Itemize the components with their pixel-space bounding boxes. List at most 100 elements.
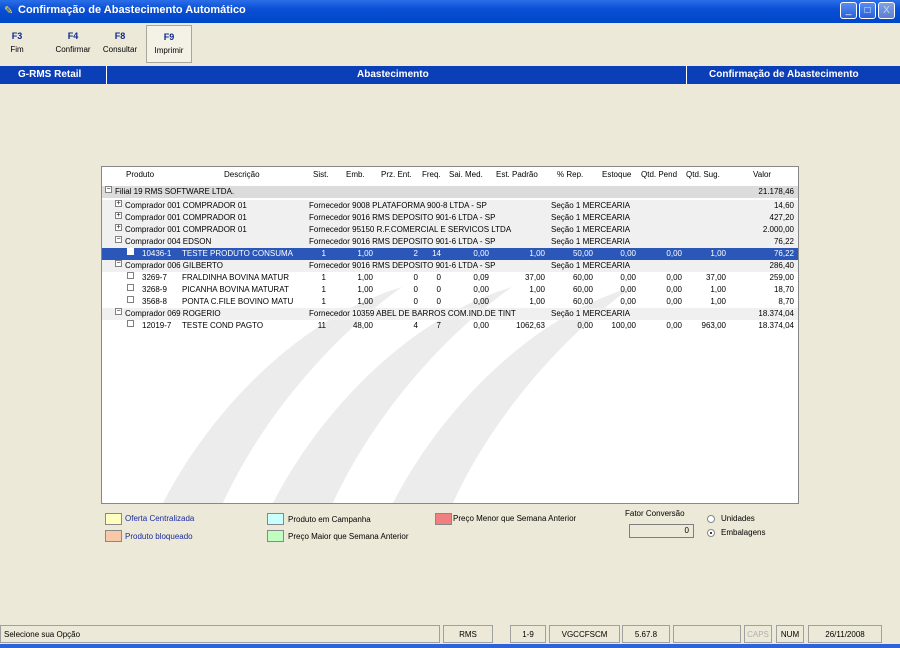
col-estoque[interactable]: Estoque	[602, 170, 631, 179]
fim-button[interactable]: F3 Fim	[2, 25, 32, 63]
fim-key: F3	[11, 31, 23, 41]
collapse-icon[interactable]: −	[115, 236, 122, 243]
embalagens-radio[interactable]	[707, 529, 715, 537]
checkbox[interactable]	[127, 272, 134, 279]
col-qtd-pend[interactable]: Qtd. Pend	[641, 170, 677, 179]
expand-icon[interactable]: +	[115, 200, 122, 207]
comprador-row[interactable]: − Comprador 069 ROGERIO Fornecedor 10359 A…	[102, 308, 798, 320]
cell-estoque: 0,00	[620, 249, 636, 258]
col-rep[interactable]: % Rep.	[557, 170, 583, 179]
status-date: 26/11/2008	[808, 625, 882, 643]
comprador-row[interactable]: + Comprador 001 COMPRADOR 01 Fornecedor 95…	[102, 224, 798, 236]
minimize-button[interactable]: _	[840, 2, 857, 19]
comprador-label: Comprador 001 COMPRADOR 01	[125, 213, 247, 222]
row-valor: 18.374,04	[758, 309, 794, 318]
cell-sai-med: 0,09	[473, 273, 489, 282]
cell-rep: 60,00	[572, 297, 593, 306]
fornecedor-label: Fornecedor 9008 PLATAFORMA 900-8 LTDA - …	[309, 201, 487, 210]
cell-qtd-sug: 963,00	[701, 321, 726, 330]
expand-icon[interactable]: +	[115, 224, 122, 231]
close-button[interactable]: X	[878, 2, 895, 19]
fornecedor-label: Fornecedor 95150 R.F.COMERCIAL E SERVICO…	[309, 225, 512, 234]
consultar-button[interactable]: F8 Consultar	[97, 25, 143, 63]
fator-input[interactable]: 0	[629, 524, 694, 538]
checkbox[interactable]	[127, 296, 134, 303]
unidades-label: Unidades	[721, 514, 755, 523]
status-range: 1-9	[510, 625, 546, 643]
cell-freq: 7	[436, 321, 441, 330]
cell-sist: 11	[317, 321, 326, 330]
produto-code: 3269-7	[142, 273, 167, 282]
checkbox[interactable]	[127, 284, 134, 291]
item-row[interactable]: 3568-8 PONTA C.FILE BOVINO MATU 1 1,00 0 0 0,0…	[102, 296, 798, 308]
cell-qtd-pend: 0,00	[666, 273, 682, 282]
cell-est-padrao: 37,00	[524, 273, 545, 282]
secao-label: Seção 1 MERCEARIA	[551, 225, 631, 234]
cell-rep: 50,00	[572, 249, 593, 258]
collapse-icon[interactable]: −	[115, 308, 122, 315]
item-row[interactable]: 10436-1 TESTE PRODUTO CONSUMA 1 1,00 2 14 0,00…	[102, 248, 798, 260]
cell-sai-med: 0,00	[473, 321, 489, 330]
comprador-label: Comprador 004 EDSON	[125, 237, 212, 246]
comprador-row[interactable]: − Comprador 006 GILBERTO Fornecedor 9016 R…	[102, 260, 798, 272]
col-freq[interactable]: Freq.	[422, 170, 441, 179]
expand-icon[interactable]: +	[115, 212, 122, 219]
unidades-radio[interactable]	[707, 515, 715, 523]
secao-label: Seção 1 MERCEARIA	[551, 201, 631, 210]
produto-descricao: TESTE COND PAGTO	[182, 321, 264, 330]
comprador-row[interactable]: + Comprador 001 COMPRADOR 01 Fornecedor 90…	[102, 200, 798, 212]
cell-emb: 1,00	[357, 285, 373, 294]
cell-estoque: 0,00	[620, 297, 636, 306]
embalagens-label: Embalagens	[721, 528, 766, 537]
consultar-key: F8	[114, 31, 126, 41]
col-valor[interactable]: Valor	[753, 170, 771, 179]
oferta-label: Oferta Centralizada	[125, 514, 195, 523]
col-descricao[interactable]: Descrição	[224, 170, 260, 179]
supply-grid[interactable]: Produto Descrição Sist. Emb. Prz. Ent. F…	[101, 166, 799, 504]
produto-descricao: PONTA C.FILE BOVINO MATU	[182, 297, 294, 306]
item-row[interactable]: 3268-9 PICANHA BOVINA MATURAT 1 1,00 0 0 0,00 1…	[102, 284, 798, 296]
col-emb[interactable]: Emb.	[346, 170, 365, 179]
comprador-label: Comprador 001 COMPRADOR 01	[125, 225, 247, 234]
cell-emb: 48,00	[352, 321, 373, 330]
col-qtd-sug[interactable]: Qtd. Sug.	[686, 170, 720, 179]
secao-label: Seção 1 MERCEARIA	[551, 237, 631, 246]
menor-label: Preço Menor que Semana Anterior	[453, 514, 577, 523]
comprador-row[interactable]: − Comprador 004 EDSON Fornecedor 9016 RMS …	[102, 236, 798, 248]
produto-code: 10436-1	[142, 249, 172, 258]
secao-label: Seção 1 MERCEARIA	[551, 213, 631, 222]
checkbox[interactable]	[127, 248, 134, 255]
filial-row[interactable]: − Filial 19 RMS SOFTWARE LTDA. 21.178,46	[102, 186, 798, 198]
status-caps: CAPS	[744, 625, 772, 643]
cell-est-padrao: 1,00	[529, 285, 545, 294]
secao-label: Seção 1 MERCEARIA	[551, 309, 631, 318]
maior-label: Preço Maior que Semana Anterior	[288, 532, 409, 541]
collapse-icon[interactable]: −	[115, 260, 122, 267]
col-produto[interactable]: Produto	[126, 170, 154, 179]
imprimir-label: Imprimir	[154, 46, 184, 55]
screen-name: Confirmação de Abastecimento	[709, 69, 859, 80]
col-prz-ent[interactable]: Prz. Ent.	[381, 170, 412, 179]
produto-descricao: FRALDINHA BOVINA MATUR	[182, 273, 289, 282]
col-sai-med[interactable]: Sai. Med.	[449, 170, 483, 179]
col-sist[interactable]: Sist.	[313, 170, 329, 179]
cell-est-padrao: 1,00	[529, 249, 545, 258]
produto-code: 12019-7	[142, 321, 172, 330]
maximize-button[interactable]: □	[859, 2, 876, 19]
cell-prz-ent: 0	[413, 273, 418, 282]
item-row[interactable]: 3269-7 FRALDINHA BOVINA MATUR 1 1,00 0 0 0,09 3…	[102, 272, 798, 284]
confirmar-key: F4	[67, 31, 79, 41]
comprador-row[interactable]: + Comprador 001 COMPRADOR 01 Fornecedor 90…	[102, 212, 798, 224]
row-valor: 8,70	[778, 297, 794, 306]
fornecedor-label: Fornecedor 9016 RMS DEPOSITO 901-6 LTDA …	[309, 213, 496, 222]
checkbox[interactable]	[127, 320, 134, 327]
collapse-icon[interactable]: −	[105, 186, 112, 193]
item-row[interactable]: 12019-7 TESTE COND PAGTO 11 48,00 4 7 0,00 1062…	[102, 320, 798, 332]
cell-est-padrao: 1,00	[529, 297, 545, 306]
confirmar-button[interactable]: F4 Confirmar	[50, 25, 96, 63]
status-program: VGCCFSCM	[549, 625, 620, 643]
col-est-padrao[interactable]: Est. Padrão	[496, 170, 538, 179]
imprimir-button[interactable]: F9 Imprimir	[146, 25, 192, 63]
row-valor: 76,22	[773, 249, 794, 258]
cell-prz-ent: 0	[413, 285, 418, 294]
